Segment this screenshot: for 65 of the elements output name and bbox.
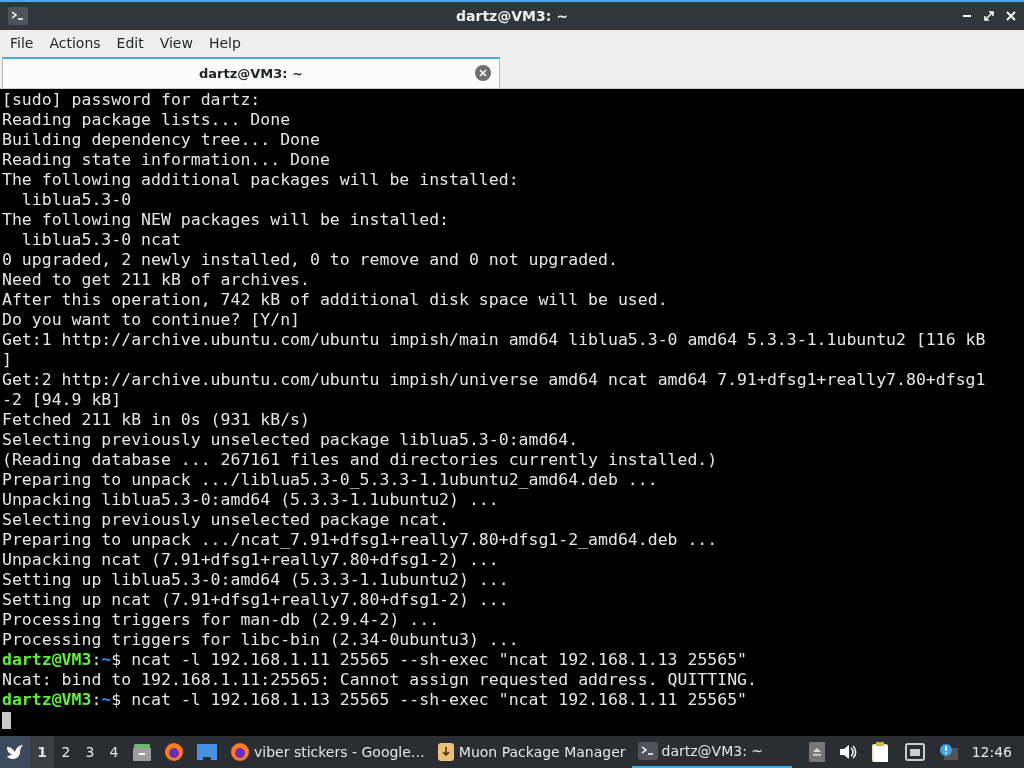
- package-icon: [436, 742, 455, 762]
- menu-item[interactable]: Edit: [108, 35, 152, 51]
- close-tab-icon[interactable]: [475, 65, 491, 81]
- terminal-line: dartz@VM3:~$ ncat -l 192.168.1.13 25565 --sh-exec "ncat 192.168.1.11 25565": [2, 690, 749, 710]
- text-cursor: [2, 712, 11, 729]
- terminal-line: Preparing to unpack .../liblua5.3-0_5.3.3-1.1ubuntu2_amd64.deb ...: [2, 470, 659, 490]
- terminal-line: Processing triggers for man-db (2.9.4-2) ...: [2, 610, 441, 630]
- menu-item[interactable]: View: [151, 35, 201, 51]
- terminal-tab[interactable]: dartz@VM3: ~: [2, 57, 500, 88]
- close-icon[interactable]: [1006, 11, 1016, 21]
- terminal-area[interactable]: [0, 89, 1024, 736]
- terminal-line: Selecting previously unselected package ncat.: [2, 510, 451, 530]
- browser-icon: [230, 742, 250, 762]
- eject-icon[interactable]: [808, 742, 825, 762]
- window-icon[interactable]: [196, 743, 218, 761]
- clock[interactable]: 12:46: [965, 744, 1024, 760]
- terminal-line: Selecting previously unselected package liblua5.3-0:amd64.: [2, 430, 580, 450]
- workspace-button[interactable]: 2: [54, 736, 78, 768]
- terminal-line: The following NEW packages will be installed:: [2, 210, 451, 230]
- taskbar-task[interactable]: dartz@VM3: ~: [631, 736, 792, 768]
- menu-item[interactable]: Actions: [41, 35, 109, 51]
- start-menu-button[interactable]: [0, 736, 30, 768]
- workspace-button[interactable]: 1: [30, 736, 54, 768]
- restore-icon[interactable]: [984, 11, 994, 21]
- terminal-line: Fetched 211 kB in 0s (931 kB/s): [2, 410, 311, 430]
- notification-icon[interactable]: [938, 743, 959, 761]
- menu-item[interactable]: File: [2, 35, 42, 51]
- terminal-line: Get:2 http://archive.ubuntu.com/ubuntu impish/universe amd64 ncat amd64 7.91+dfsg1+really7.80+dfsg1: [2, 370, 987, 390]
- terminal-line: Unpacking liblua5.3-0:amd64 (5.3.3-1.1ubuntu2) ...: [2, 490, 500, 510]
- terminal-line: liblua5.3-0: [20, 190, 133, 210]
- terminal-line: Do you want to continue? [Y/n]: [2, 310, 301, 330]
- terminal-line: (Reading database ... 267161 files and directories currently installed.): [2, 450, 719, 470]
- terminal-line: [sudo] password for dartz:: [2, 90, 262, 110]
- workspace-button[interactable]: 3: [78, 736, 102, 768]
- terminal-line: Unpacking ncat (7.91+dfsg1+really7.80+dfsg1-2) ...: [2, 550, 500, 570]
- terminal-icon: [637, 742, 658, 760]
- terminal-line: Preparing to unpack .../ncat_7.91+dfsg1+really7.80+dfsg1-2_amd64.deb ...: [2, 530, 719, 550]
- browser-icon[interactable]: [164, 742, 184, 762]
- terminal-line: Processing triggers for libc-bin (2.34-0ubuntu3) ...: [2, 630, 520, 650]
- terminal-icon: [8, 7, 28, 25]
- terminal-line: Get:1 http://archive.ubuntu.com/ubuntu impish/main amd64 liblua5.3-0 amd64 5.3.3-1.1ubuntu2 [116 kB: [2, 330, 987, 350]
- taskbar-task[interactable]: Muon Package Manager: [430, 736, 632, 768]
- terminal-line: Setting up liblua5.3-0:amd64 (5.3.3-1.1ubuntu2) ...: [2, 570, 510, 590]
- terminal-line: Building dependency tree... Done: [2, 130, 321, 150]
- bird-icon: [5, 743, 25, 761]
- terminal-line: After this operation, 742 kB of additional disk space will be used.: [2, 290, 669, 310]
- network-icon[interactable]: [904, 743, 925, 761]
- terminal-line: Need to get 211 kB of archives.: [2, 270, 311, 290]
- terminal-line: Reading state information... Done: [2, 150, 331, 170]
- terminal-line: Ncat: bind to 192.168.1.11:25565: Cannot assign requested address. QUITTING.: [2, 670, 758, 690]
- terminal-line: 0 upgraded, 2 newly installed, 0 to remove and 0 not upgraded.: [2, 250, 619, 270]
- workspace-button[interactable]: 4: [102, 736, 126, 768]
- terminal-line: The following additional packages will be installed:: [2, 170, 520, 190]
- terminal-line: Setting up ncat (7.91+dfsg1+really7.80+dfsg1-2) ...: [2, 590, 510, 610]
- terminal-line: Reading package lists... Done: [2, 110, 292, 130]
- menu-item[interactable]: Help: [200, 35, 249, 51]
- clipboard-icon[interactable]: [870, 741, 891, 763]
- terminal-line: -2 [94.9 kB]: [2, 390, 123, 410]
- taskbar-task[interactable]: viber stickers - Google…: [224, 736, 431, 768]
- terminal-line: ]: [2, 350, 13, 370]
- window-title: dartz@VM3: ~: [456, 8, 568, 24]
- speaker-icon[interactable]: [838, 744, 857, 760]
- terminal-line: liblua5.3-0 ncat: [20, 230, 182, 250]
- terminal-line: dartz@VM3:~$ ncat -l 192.168.1.11 25565 --sh-exec "ncat 192.168.1.13 25565": [2, 650, 749, 670]
- file-cabinet-icon[interactable]: [132, 742, 152, 762]
